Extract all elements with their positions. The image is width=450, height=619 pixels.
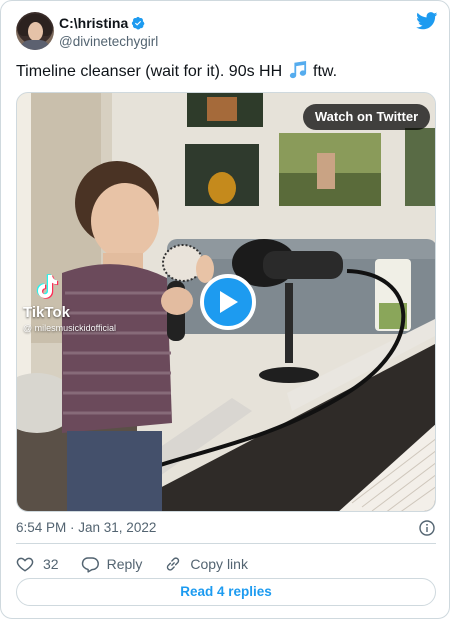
link-icon xyxy=(167,557,180,571)
tweet-text-part-2: ftw. xyxy=(308,63,338,80)
reply-button[interactable]: Reply xyxy=(81,555,143,573)
read-replies-button[interactable]: Read 4 replies xyxy=(16,578,436,606)
author-avatar[interactable] xyxy=(16,12,54,50)
copy-link-button[interactable]: Copy link xyxy=(164,555,248,573)
musical-notes-icon xyxy=(289,61,306,79)
info-icon[interactable] xyxy=(419,520,435,536)
divider xyxy=(16,543,436,544)
watch-on-twitter-button[interactable]: Watch on Twitter xyxy=(303,104,430,130)
like-button[interactable]: 32 xyxy=(16,555,59,573)
tiktok-icon xyxy=(36,274,59,299)
tweet-text: Timeline cleanser (wait for it). 90s HH … xyxy=(16,61,337,83)
tweet-timestamp[interactable]: 6:54 PM · Jan 31, 2022 xyxy=(16,520,156,535)
play-button[interactable] xyxy=(200,274,256,330)
twitter-bird-icon[interactable] xyxy=(416,12,438,30)
tweet-embed-card: C:\hristina @divinetechygirl Timeline cl… xyxy=(0,0,450,619)
author-block[interactable]: C:\hristina @divinetechygirl xyxy=(59,14,158,49)
tweet-text-part-1: Timeline cleanser (wait for it). 90s HH xyxy=(16,63,287,80)
tiktok-brand-label: TikTok xyxy=(23,304,70,321)
author-display-name[interactable]: C:\hristina xyxy=(59,15,128,31)
heart-icon xyxy=(16,557,34,572)
video-media[interactable]: Watch on Twitter TikTok @ milesmusickido… xyxy=(16,92,436,512)
reply-label: Reply xyxy=(106,556,143,572)
action-bar: 32 Reply Copy link xyxy=(16,554,270,574)
author-handle[interactable]: @divinetechygirl xyxy=(59,34,158,49)
play-icon xyxy=(220,291,238,313)
like-count: 32 xyxy=(43,556,59,572)
tiktok-watermark: TikTok @ milesmusickidofficial xyxy=(23,273,116,333)
copy-link-label: Copy link xyxy=(190,556,248,572)
reply-icon xyxy=(81,557,99,573)
tiktok-handle-label: @ milesmusickidofficial xyxy=(23,323,116,333)
verified-badge-icon xyxy=(132,16,145,30)
